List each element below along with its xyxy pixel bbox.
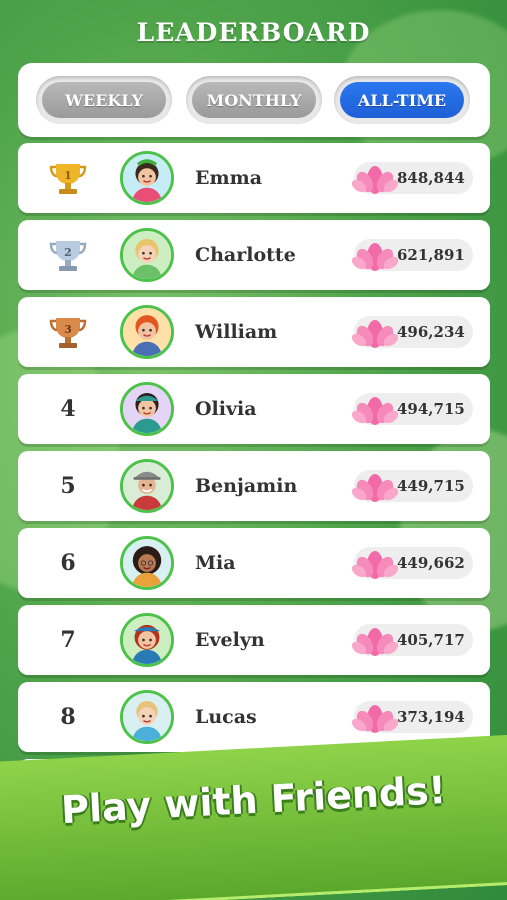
lotus-icon <box>352 628 398 656</box>
player-name: Mia <box>195 552 236 574</box>
score-value: 494,715 <box>397 400 465 418</box>
rank-badge: 2 <box>48 220 88 290</box>
tab-all-time[interactable]: ALL-TIME <box>334 76 470 124</box>
score-value: 621,891 <box>397 246 465 264</box>
lotus-icon <box>352 320 398 348</box>
avatar-image <box>123 616 171 664</box>
tab-weekly[interactable]: WEEKLY <box>36 76 172 124</box>
avatar-image <box>123 462 171 510</box>
score-value: 848,844 <box>397 169 465 187</box>
gold-trophy-icon: 1 <box>49 164 87 194</box>
avatar <box>120 228 174 282</box>
leaderboard-row[interactable]: 4 Olivia 494,715 <box>18 374 490 444</box>
rank-number: 7 <box>60 627 76 653</box>
player-name: Emma <box>195 167 263 189</box>
svg-text:3: 3 <box>64 323 72 336</box>
avatar <box>120 151 174 205</box>
score-value: 405,717 <box>397 631 465 649</box>
player-name: Benjamin <box>195 475 298 497</box>
page-title: LEADERBOARD <box>136 18 371 47</box>
rank-number: 5 <box>60 473 76 499</box>
avatar-image <box>123 308 171 356</box>
rank-badge: 3 <box>48 297 88 367</box>
avatar <box>120 459 174 513</box>
tab-label: WEEKLY <box>42 82 166 118</box>
player-name: William <box>195 321 278 343</box>
tab-label: MONTHLY <box>192 82 316 118</box>
leaderboard-row[interactable]: 1 Emma 848,844 <box>18 143 490 213</box>
avatar <box>120 305 174 359</box>
leaderboard-row[interactable]: 3 William 496,234 <box>18 297 490 367</box>
avatar <box>120 690 174 744</box>
rank-badge: 1 <box>48 143 88 213</box>
lotus-icon <box>352 474 398 502</box>
avatar-image <box>123 154 171 202</box>
score-value: 449,715 <box>397 477 465 495</box>
score-pill: 373,194 <box>352 701 473 733</box>
player-name: Olivia <box>195 398 257 420</box>
rank-number: 8 <box>60 704 76 730</box>
score-pill: 449,715 <box>352 470 473 502</box>
score-pill: 848,844 <box>352 162 473 194</box>
avatar-image <box>123 539 171 587</box>
player-name: Evelyn <box>195 629 265 651</box>
score-value: 449,662 <box>397 554 465 572</box>
avatar <box>120 536 174 590</box>
score-pill: 496,234 <box>352 316 473 348</box>
lotus-icon <box>352 551 398 579</box>
tab-label: ALL-TIME <box>340 82 464 118</box>
avatar-image <box>123 385 171 433</box>
leaderboard-row[interactable]: 6 Mia 449,662 <box>18 528 490 598</box>
score-value: 373,194 <box>397 708 465 726</box>
lotus-icon <box>352 705 398 733</box>
lotus-icon <box>352 243 398 271</box>
player-name: Lucas <box>195 706 257 728</box>
bronze-trophy-icon: 3 <box>49 318 87 348</box>
avatar <box>120 613 174 667</box>
rank-number: 4 <box>60 396 76 422</box>
lotus-icon <box>352 397 398 425</box>
avatar-image <box>123 693 171 741</box>
tab-monthly[interactable]: MONTHLY <box>186 76 322 124</box>
score-value: 496,234 <box>397 323 465 341</box>
avatar-image <box>123 231 171 279</box>
score-pill: 449,662 <box>352 547 473 579</box>
lotus-icon <box>352 166 398 194</box>
leaderboard-row[interactable]: 5 Benjamin 449,715 <box>18 451 490 521</box>
leaderboard-row[interactable]: 2 Charlotte 621,891 <box>18 220 490 290</box>
leaderboard-row[interactable]: 7 Evelyn 405,717 <box>18 605 490 675</box>
svg-text:1: 1 <box>64 169 72 182</box>
rank-number: 6 <box>60 550 76 576</box>
avatar <box>120 382 174 436</box>
svg-text:2: 2 <box>64 246 72 259</box>
player-name: Charlotte <box>195 244 296 266</box>
score-pill: 621,891 <box>352 239 473 271</box>
silver-trophy-icon: 2 <box>49 241 87 271</box>
score-pill: 405,717 <box>352 624 473 656</box>
tab-bar: WEEKLY MONTHLY ALL-TIME <box>18 63 490 137</box>
score-pill: 494,715 <box>352 393 473 425</box>
